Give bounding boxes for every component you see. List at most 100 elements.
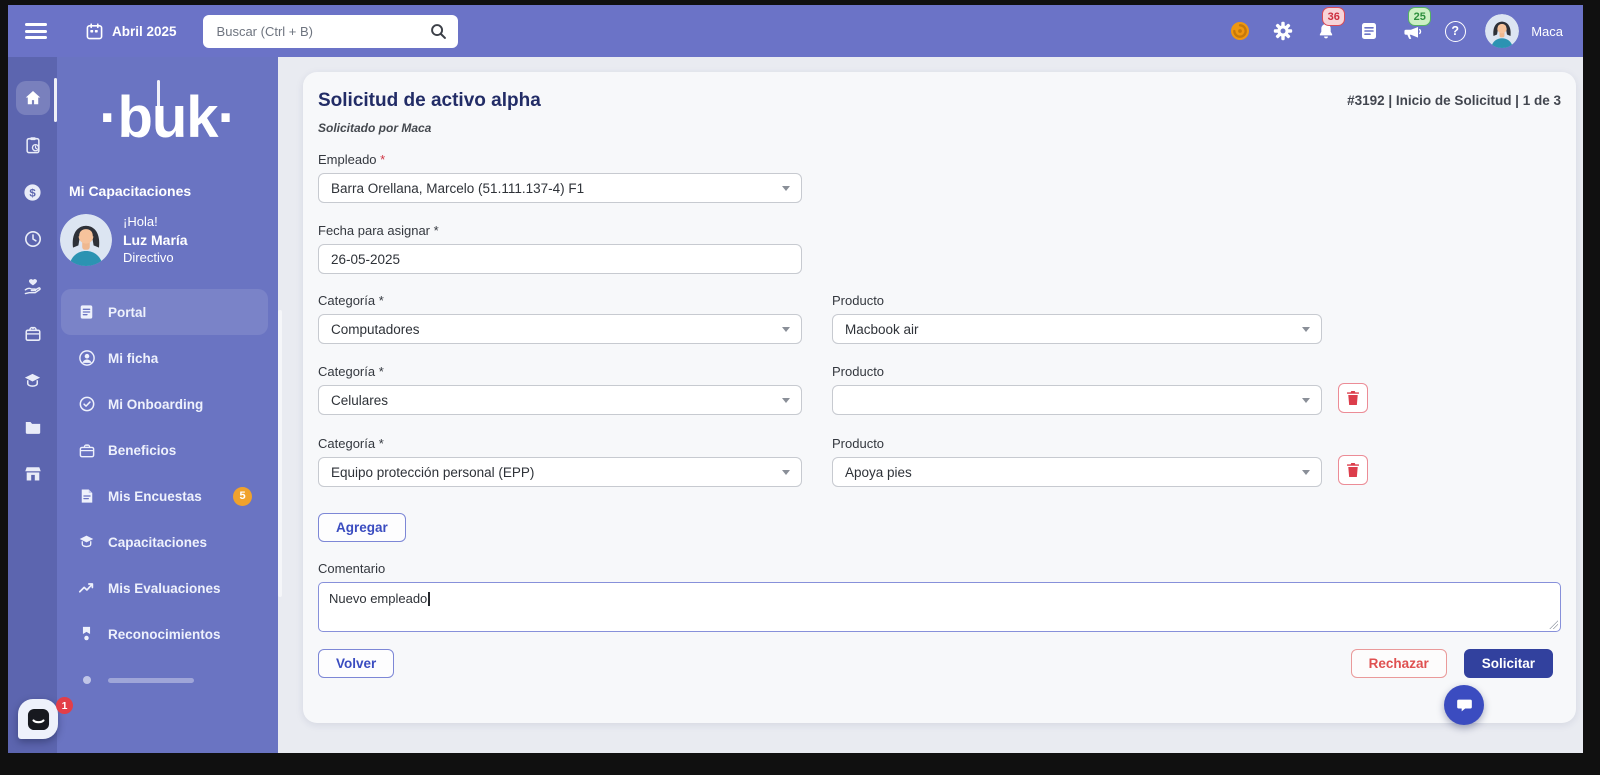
sidebar-item-label: Mis Encuestas — [108, 489, 202, 504]
period-label: Abril 2025 — [112, 24, 177, 39]
chevron-down-icon — [782, 327, 790, 332]
delete-row-button[interactable] — [1338, 383, 1368, 413]
search-input[interactable] — [215, 23, 430, 40]
comment-textarea[interactable]: Nuevo empleado — [318, 582, 1561, 632]
profile-greeting: ¡Hola! — [123, 213, 188, 231]
user-name: Maca — [1531, 24, 1563, 39]
sidebar-item-beneficios[interactable]: Beneficios — [57, 427, 278, 473]
buk-logo: ·buk· — [57, 65, 278, 169]
sidebar-scroll-cursor[interactable] — [157, 80, 160, 124]
user-icon — [78, 350, 95, 366]
search-box[interactable] — [203, 15, 458, 48]
search-icon[interactable] — [430, 23, 447, 40]
graduation-layers-icon[interactable] — [16, 363, 50, 397]
notes-icon[interactable] — [1356, 18, 1382, 44]
icon-rail: $ — [8, 57, 57, 753]
assign-date-label: Fecha para asignar * — [318, 223, 1561, 238]
dot-icon — [78, 675, 95, 685]
chevron-down-icon — [1302, 470, 1310, 475]
product-select[interactable]: Apoya pies — [832, 457, 1322, 487]
help-icon[interactable]: ? — [1442, 18, 1468, 44]
sidebar-item-label: Mis Evaluaciones — [108, 581, 221, 596]
delete-row-button[interactable] — [1338, 455, 1368, 485]
chat-widget-button[interactable] — [18, 699, 58, 739]
briefcase-icon — [78, 443, 95, 458]
main-area: Solicitud de activo alpha #3192 | Inicio… — [278, 57, 1583, 753]
required-asterisk: * — [380, 152, 385, 167]
period-selector[interactable]: Abril 2025 — [86, 23, 177, 40]
profile-role: Directivo — [123, 249, 188, 267]
sidebar-menu: Portal Mi ficha Mi Onboarding Beneficios… — [57, 289, 278, 703]
asset-row: Categoría * Celulares Producto — [318, 364, 1561, 415]
sidebar-item-mi-onboarding[interactable]: Mi Onboarding — [57, 381, 278, 427]
sidebar-item-label: Capacitaciones — [108, 535, 207, 550]
check-circle-icon — [78, 396, 95, 412]
gift-icon[interactable] — [16, 316, 50, 350]
chat-fab-button[interactable] — [1444, 685, 1484, 725]
home-icon[interactable] — [16, 81, 50, 115]
sidebar-item-label: Mi Onboarding — [108, 397, 203, 412]
sidebar-item-partial[interactable] — [57, 657, 278, 703]
messenger-icon — [27, 708, 50, 731]
product-select[interactable]: Macbook air — [832, 314, 1322, 344]
product-label: Producto — [832, 364, 1322, 379]
rail-scrollbar[interactable] — [54, 78, 57, 122]
topbar: Abril 2025 36 25 — [8, 5, 1583, 57]
chevron-down-icon — [1302, 398, 1310, 403]
folder-icon[interactable] — [16, 410, 50, 444]
sidebar-item-mis-evaluaciones[interactable]: Mis Evaluaciones — [57, 565, 278, 611]
category-label: Categoría * — [318, 293, 802, 308]
topbar-actions: 36 25 ? Maca — [1227, 14, 1583, 48]
chevron-down-icon — [782, 186, 790, 191]
category-label: Categoría * — [318, 436, 802, 451]
notifications-bell-icon[interactable]: 36 — [1313, 18, 1339, 44]
rewards-donut-icon[interactable] — [1227, 18, 1253, 44]
notifications-badge: 36 — [1322, 7, 1345, 26]
sidebar-item-label: Mi ficha — [108, 351, 158, 366]
assign-date-input[interactable] — [318, 244, 802, 274]
sidebar-item-capacitaciones[interactable]: Capacitaciones — [57, 519, 278, 565]
employee-label: Empleado * — [318, 152, 1561, 167]
category-select[interactable]: Equipo protección personal (EPP) — [318, 457, 802, 487]
document-icon — [78, 304, 95, 320]
sidebar-item-mi-ficha[interactable]: Mi ficha — [57, 335, 278, 381]
user-avatar[interactable] — [1485, 14, 1519, 48]
clipboard-clock-icon[interactable] — [16, 128, 50, 162]
gear-icon[interactable] — [1270, 18, 1296, 44]
category-select[interactable]: Celulares — [318, 385, 802, 415]
resize-handle-icon[interactable] — [1549, 620, 1558, 629]
comment-label: Comentario — [318, 561, 1561, 576]
sidebar-item-mis-encuestas[interactable]: Mis Encuestas 5 — [57, 473, 278, 519]
trash-icon — [1346, 390, 1360, 406]
category-select[interactable]: Computadores — [318, 314, 802, 344]
employee-select[interactable]: Barra Orellana, Marcelo (51.111.137-4) F… — [318, 173, 802, 203]
reject-button[interactable]: Rechazar — [1351, 649, 1447, 678]
back-button[interactable]: Volver — [318, 649, 394, 678]
sidebar: ·buk· Mi Capacitaciones ¡Hola! Luz María… — [57, 57, 278, 753]
text-cursor — [428, 592, 430, 606]
store-icon[interactable] — [16, 457, 50, 491]
profile-name: Luz María — [123, 231, 188, 249]
announcements-megaphone-icon[interactable]: 25 — [1399, 18, 1425, 44]
product-label: Producto — [832, 293, 1322, 308]
trash-icon — [1346, 462, 1360, 478]
add-row-button[interactable]: Agregar — [318, 513, 406, 542]
page-title: Solicitud de activo alpha — [318, 90, 541, 112]
category-label: Categoría * — [318, 364, 802, 379]
hand-heart-icon[interactable] — [16, 269, 50, 303]
chat-bubble-icon — [1456, 698, 1473, 713]
menu-button[interactable] — [25, 23, 47, 39]
sidebar-scrollbar[interactable] — [278, 310, 282, 597]
profile-card: ¡Hola! Luz María Directivo — [60, 213, 278, 267]
clock-icon[interactable] — [16, 222, 50, 256]
asset-row: Categoría * Computadores Producto Macboo… — [318, 293, 1561, 344]
product-select[interactable] — [832, 385, 1322, 415]
submit-button[interactable]: Solicitar — [1464, 649, 1553, 678]
sidebar-item-reconocimientos[interactable]: Reconocimientos — [57, 611, 278, 657]
clipped-label — [108, 678, 194, 683]
chat-unread-badge: 1 — [56, 697, 73, 714]
profile-avatar[interactable] — [60, 214, 112, 266]
sidebar-item-portal[interactable]: Portal — [61, 289, 268, 335]
dollar-circle-icon[interactable]: $ — [16, 175, 50, 209]
medal-icon — [78, 626, 95, 642]
